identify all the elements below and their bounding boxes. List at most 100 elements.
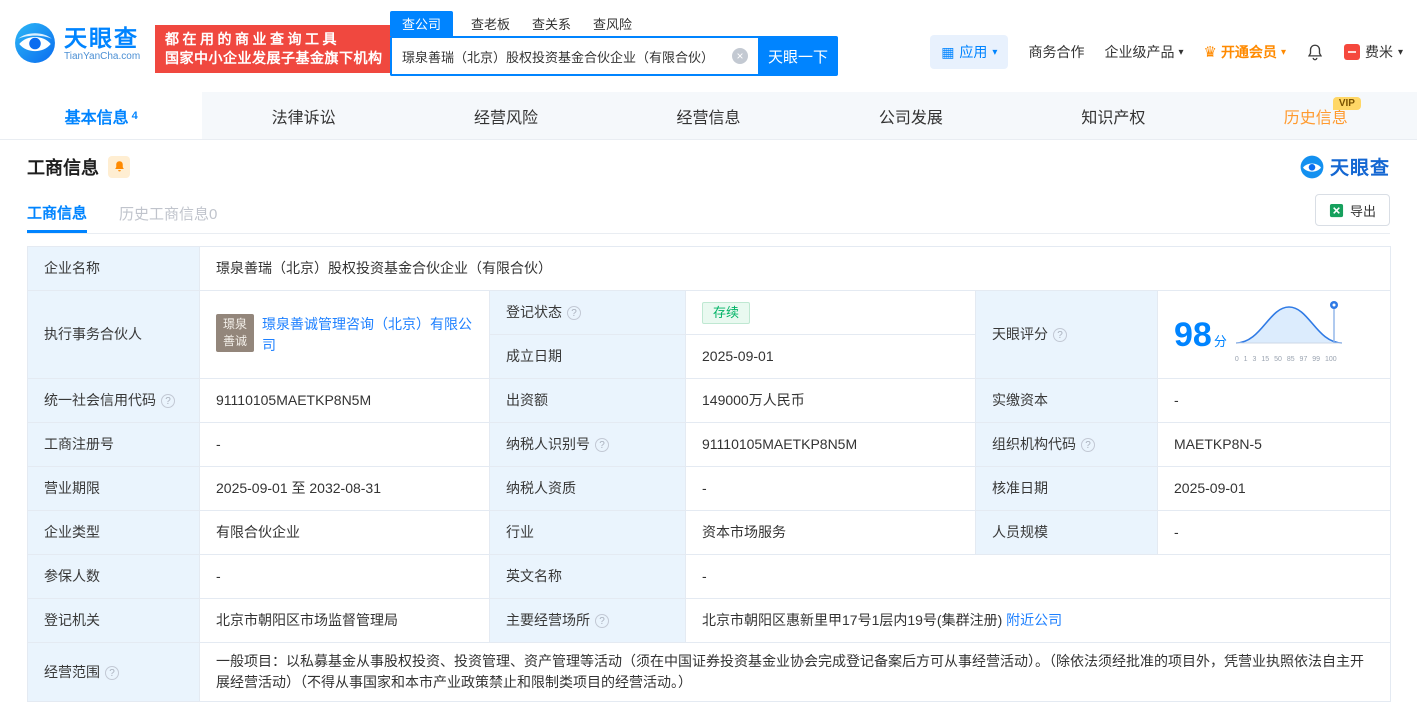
taxpayer-quality-value: - xyxy=(685,466,976,511)
tianyan-score-value: 98 分 0 1 3 15 50 85 97 99 100 xyxy=(1156,290,1392,379)
enterprise-products-label: 企业级产品 xyxy=(1104,44,1175,60)
org-code-label: 组织机构代码? xyxy=(975,422,1158,467)
approval-date-label: 核准日期 xyxy=(975,466,1158,511)
help-icon[interactable]: ? xyxy=(595,438,609,452)
establish-date-value: 2025-09-01 xyxy=(685,334,976,379)
export-button[interactable]: 导出 xyxy=(1314,194,1390,226)
business-scope-label-text: 经营范围 xyxy=(44,663,100,680)
business-scope-value: 一般项目：以私募基金从事股权投资、投资管理、资产管理等活动（须在中国证券投资基金… xyxy=(198,642,1392,702)
notifications-bell-icon[interactable] xyxy=(1306,43,1324,61)
registration-authority-label: 登记机关 xyxy=(27,598,200,643)
username: 费米 xyxy=(1364,44,1393,60)
tab-company-development[interactable]: 公司发展 xyxy=(810,92,1012,139)
help-icon[interactable]: ? xyxy=(1053,328,1067,342)
search-tab-company[interactable]: 查公司 xyxy=(390,11,454,36)
english-name-value: - xyxy=(684,554,1392,599)
help-icon[interactable]: ? xyxy=(1081,438,1095,452)
tab-company-development-label: 公司发展 xyxy=(878,109,943,127)
business-address-label: 主要经营场所? xyxy=(489,598,686,643)
company-name-label: 企业名称 xyxy=(27,246,200,291)
business-scope-label: 经营范围? xyxy=(27,642,200,702)
table-row: 企业类型 有限合伙企业 行业 资本市场服务 人员规模 - xyxy=(27,510,1392,555)
search-input[interactable] xyxy=(390,36,758,76)
status-badge: 存续 xyxy=(702,301,751,324)
tab-operation-info[interactable]: 经营信息 xyxy=(607,92,809,139)
export-label: 导出 xyxy=(1349,203,1376,219)
search-tabs: 查公司 查老板 查关系 查风险 xyxy=(390,11,838,36)
paid-capital-label: 实缴资本 xyxy=(975,378,1158,423)
apps-menu[interactable]: ▦ 应用 ▾ xyxy=(930,35,1009,69)
tab-basic-info-count: 4 xyxy=(131,109,138,122)
registration-number-value: - xyxy=(199,422,490,467)
search-tab-boss[interactable]: 查老板 xyxy=(467,11,514,36)
tab-history-info[interactable]: 历史信息 VIP xyxy=(1215,92,1417,139)
tab-intellectual-property-label: 知识产权 xyxy=(1081,109,1146,127)
tianyan-score-label: 天眼评分? xyxy=(975,290,1158,379)
company-type-value: 有限合伙企业 xyxy=(199,510,490,555)
chevron-down-icon: ▾ xyxy=(1280,46,1286,58)
taxpayer-id-value: 91110105MAETKP8N5M xyxy=(685,422,976,467)
enterprise-products-menu[interactable]: 企业级产品 ▾ xyxy=(1104,42,1183,62)
registration-status-value: 存续 xyxy=(685,290,976,335)
help-icon[interactable]: ? xyxy=(595,614,609,628)
user-account-menu[interactable]: 费米 ▾ xyxy=(1343,42,1403,62)
search-tab-relation[interactable]: 查关系 xyxy=(528,11,575,36)
subtab-history-business-info[interactable]: 历史工商信息0 xyxy=(119,194,217,233)
table-row: 统一社会信用代码? 91110105MAETKP8N5M 出资额 149000万… xyxy=(27,378,1392,423)
tab-basic-info[interactable]: 基本信息 4 xyxy=(0,92,203,139)
tab-legal-litigation-label: 法律诉讼 xyxy=(271,109,336,127)
clear-search-icon[interactable]: × xyxy=(732,48,748,64)
tab-legal-litigation[interactable]: 法律诉讼 xyxy=(202,92,404,139)
help-icon[interactable]: ? xyxy=(567,306,581,320)
red-packet-icon xyxy=(1343,44,1360,60)
nearby-companies-link[interactable]: 附近公司 xyxy=(1006,612,1062,628)
excel-icon xyxy=(1329,203,1344,217)
staff-size-label: 人员规模 xyxy=(975,510,1158,555)
english-name-label: 英文名称 xyxy=(489,554,686,599)
partner-company-link[interactable]: 璟泉善诚管理咨询（北京）有限公司 xyxy=(262,314,473,356)
table-row: 参保人数 - 英文名称 - xyxy=(27,554,1392,599)
company-name-value: 璟泉善瑞（北京）股权投资基金合伙企业（有限合伙） xyxy=(198,246,1392,291)
tianyancha-logo[interactable]: 天眼查 TianYanCha.com xyxy=(14,22,140,64)
header-right-menu: ▦ 应用 ▾ 商务合作 企业级产品 ▾ ♛ 开通会员 ▾ 费米 ▾ xyxy=(930,34,1403,70)
business-address-value: 北京市朝阳区惠新里甲17号1层内19号(集群注册) 附近公司 xyxy=(684,598,1392,643)
business-info-subtabs: 工商信息 历史工商信息0 导出 xyxy=(27,194,1390,234)
slogan-line2: 国家中小企业发展子基金旗下机构 xyxy=(165,50,383,66)
taxpayer-id-label-text: 纳税人识别号 xyxy=(506,436,590,452)
business-address-label-text: 主要经营场所 xyxy=(506,612,590,628)
table-row: 登记机关 北京市朝阳区市场监督管理局 主要经营场所? 北京市朝阳区惠新里甲17号… xyxy=(27,598,1392,643)
apps-label: 应用 xyxy=(959,44,988,60)
open-vip-button[interactable]: ♛ 开通会员 ▾ xyxy=(1203,42,1285,62)
industry-label: 行业 xyxy=(489,510,686,555)
industry-value: 资本市场服务 xyxy=(685,510,976,555)
tab-operation-risk[interactable]: 经营风险 xyxy=(405,92,607,139)
table-row: 营业期限 2025-09-01 至 2032-08-31 纳税人资质 - 核准日… xyxy=(27,466,1392,511)
search-area: 查公司 查老板 查关系 查风险 × 天眼一下 xyxy=(390,11,838,76)
monitor-bell-icon[interactable] xyxy=(108,155,130,178)
business-info-table: 企业名称 璟泉善瑞（北京）股权投资基金合伙企业（有限合伙） 执行事务合伙人 璟泉… xyxy=(27,246,1392,702)
crown-icon: ♛ xyxy=(1203,44,1217,61)
tab-intellectual-property[interactable]: 知识产权 xyxy=(1012,92,1214,139)
subtab-business-info[interactable]: 工商信息 xyxy=(27,194,88,233)
vip-badge: VIP xyxy=(1332,97,1361,110)
help-icon[interactable]: ? xyxy=(161,394,175,408)
tab-operation-info-label: 经营信息 xyxy=(676,109,741,127)
business-cooperation-link[interactable]: 商务合作 xyxy=(1028,42,1084,62)
search-button[interactable]: 天眼一下 xyxy=(758,36,838,76)
org-code-label-text: 组织机构代码 xyxy=(992,436,1076,452)
capital-value: 149000万人民币 xyxy=(685,378,976,423)
approval-date-value: 2025-09-01 xyxy=(1156,466,1392,511)
help-icon[interactable]: ? xyxy=(105,665,119,680)
score-number: 98 xyxy=(1174,315,1212,354)
search-tab-risk[interactable]: 查风险 xyxy=(589,11,636,36)
company-type-label: 企业类型 xyxy=(27,510,200,555)
registration-number-label: 工商注册号 xyxy=(27,422,200,467)
executive-partner-label: 执行事务合伙人 xyxy=(27,290,200,379)
insured-count-value: - xyxy=(199,554,490,599)
logo-en: TianYanCha.com xyxy=(64,50,141,62)
executive-partner-value: 璟泉 善诚 璟泉善诚管理咨询（北京）有限公司 xyxy=(199,290,490,379)
company-nav-tabs: 基本信息 4 法律诉讼 经营风险 经营信息 公司发展 知识产权 历史信息 VIP xyxy=(0,92,1417,140)
tab-basic-info-label: 基本信息 xyxy=(64,109,129,127)
apps-grid-icon: ▦ xyxy=(941,43,955,60)
business-cooperation-label: 商务合作 xyxy=(1028,44,1085,60)
